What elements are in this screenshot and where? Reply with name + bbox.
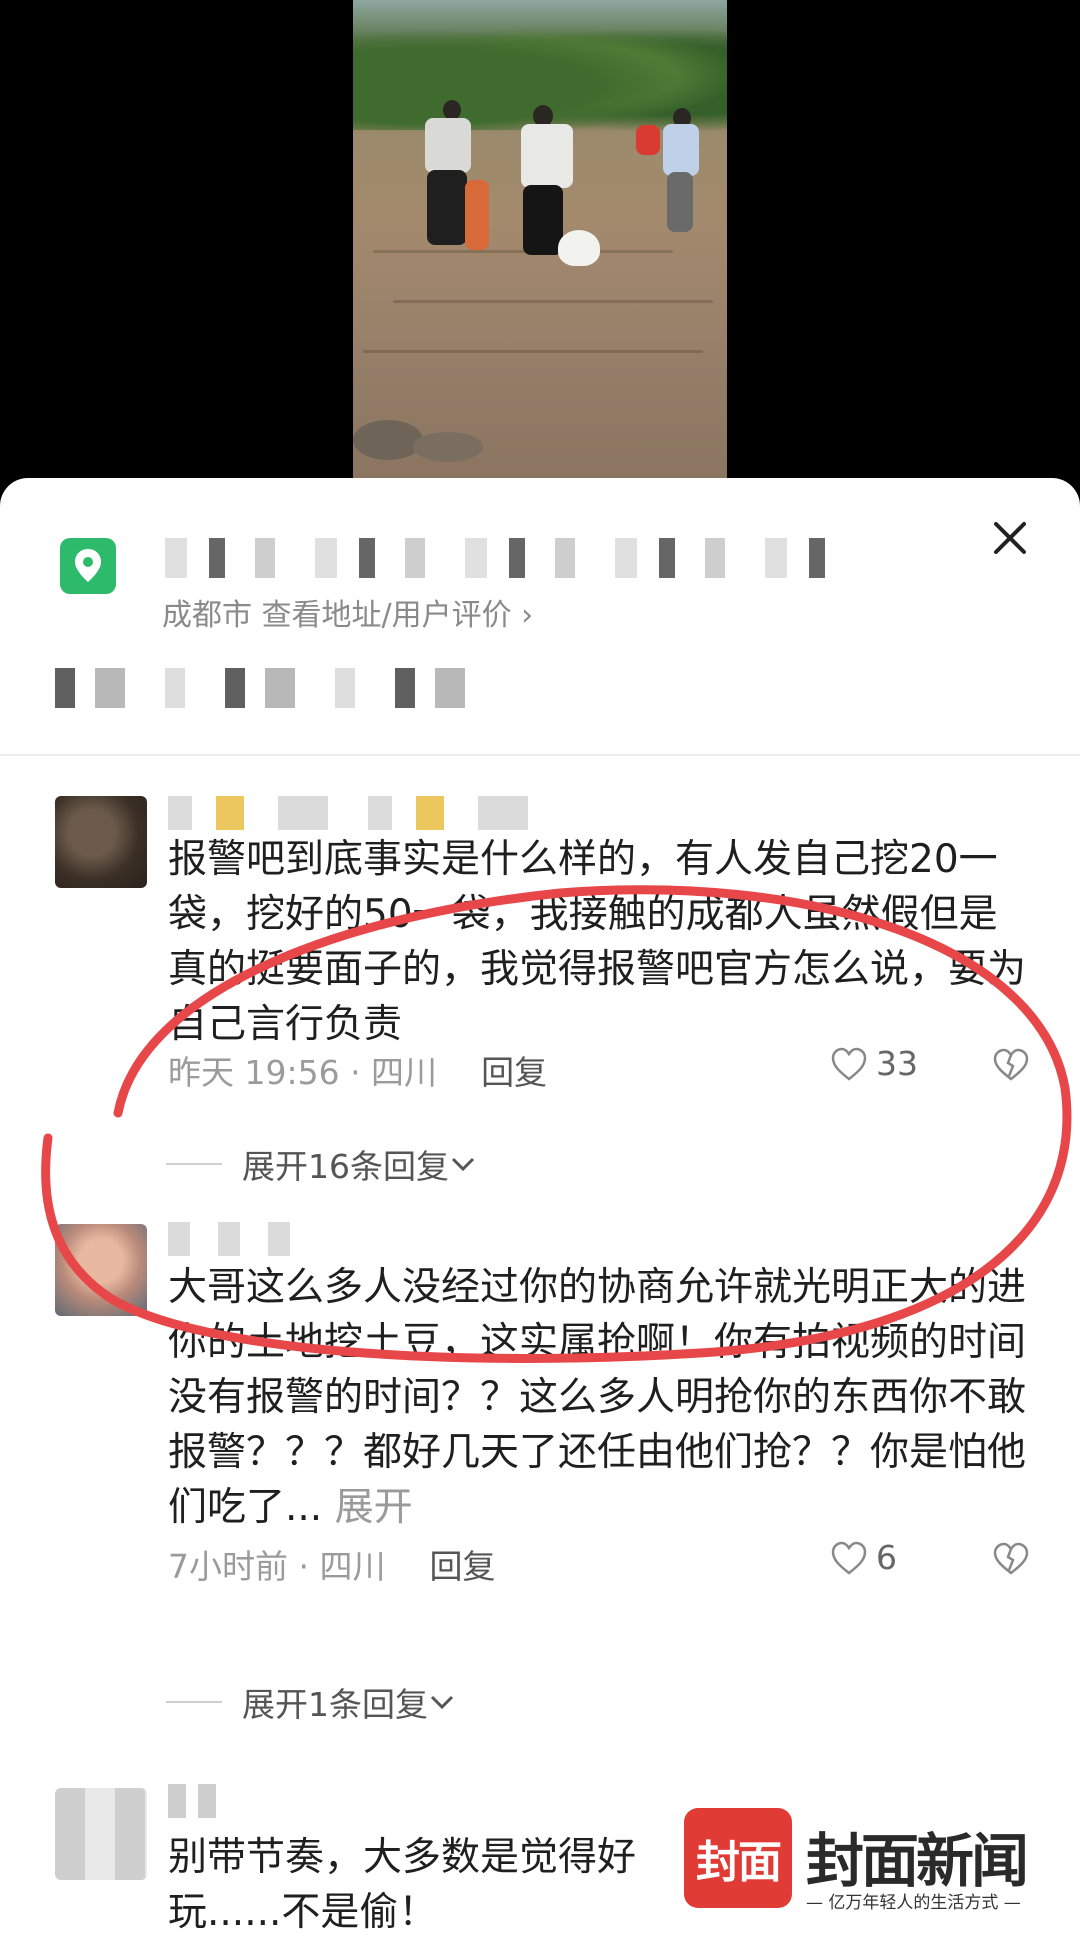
expand-line: [166, 1163, 222, 1165]
comment-time: 7小时前 · 四川: [168, 1547, 386, 1586]
rock: [353, 420, 423, 460]
person: [523, 185, 563, 255]
expand-label: 展开1条回复: [242, 1685, 428, 1724]
reply-button[interactable]: 回复: [481, 1053, 547, 1092]
person: [443, 100, 461, 120]
location-name-blurred: [165, 538, 845, 578]
dislike-icon[interactable]: [993, 1542, 1029, 1580]
video-area: [0, 0, 1080, 480]
location-row[interactable]: 成都市 查看地址/用户评价 ›: [60, 528, 1020, 638]
comment-text: 大哥这么多人没经过你的协商允许就光明正大的进你的土地挖土豆，这实属抢啊！你有拍视…: [168, 1260, 1028, 1535]
location-pin-icon: [60, 538, 116, 594]
watermark-brand: 封面新闻: [806, 1827, 1029, 1895]
username-blurred[interactable]: [168, 1784, 228, 1818]
chevron-down-icon: [430, 1695, 454, 1710]
person: [427, 170, 467, 245]
location-subtitle[interactable]: 成都市 查看地址/用户评价 ›: [162, 590, 533, 634]
person: [636, 125, 660, 155]
comment-text: 别带节奏，大多数是觉得好玩......不是偷！: [168, 1835, 637, 1935]
watermark-logo: 封面 封面新闻 — 亿万年轻人的生活方式 —: [684, 1808, 1029, 1918]
person: [667, 172, 693, 232]
like-button[interactable]: 33: [830, 1044, 918, 1083]
expand-line: [166, 1701, 222, 1703]
like-count: 6: [876, 1538, 897, 1577]
comment-time: 昨天 19:56 · 四川: [168, 1053, 438, 1092]
chevron-down-icon: [451, 1157, 475, 1172]
expand-replies[interactable]: 展开1条回复: [166, 1678, 456, 1726]
person: [663, 124, 699, 176]
watermark-slogan: — 亿万年轻人的生活方式 —: [806, 1893, 1021, 1913]
avatar[interactable]: [55, 796, 147, 888]
heart-icon: [831, 1047, 867, 1081]
blurred-text: [55, 668, 505, 708]
like-button[interactable]: 6: [830, 1538, 897, 1577]
dog: [558, 230, 600, 266]
username-blurred[interactable]: [168, 1222, 308, 1256]
username-blurred[interactable]: [168, 796, 528, 830]
field-row: [393, 300, 713, 303]
close-icon[interactable]: [988, 516, 1032, 560]
expand-label: 展开16条回复: [242, 1147, 449, 1186]
more-link[interactable]: 展开: [335, 1485, 413, 1530]
heart-icon: [831, 1541, 867, 1575]
field-row: [363, 350, 703, 353]
comment-meta: 7小时前 · 四川 回复: [168, 1540, 495, 1588]
video-frame[interactable]: [353, 0, 727, 480]
person: [521, 124, 573, 188]
bag: [465, 180, 489, 250]
divider: [0, 754, 1080, 756]
bottom-sheet: 成都市 查看地址/用户评价 › 报警吧到底事实是什么样的，有人发自己挖20一袋，…: [0, 478, 1080, 1955]
expand-replies[interactable]: 展开16条回复: [166, 1140, 477, 1188]
watermark-logo-box: 封面: [684, 1808, 792, 1908]
reply-button[interactable]: 回复: [429, 1547, 495, 1586]
avatar[interactable]: [55, 1788, 147, 1880]
dislike-icon[interactable]: [993, 1048, 1029, 1086]
avatar[interactable]: [55, 1224, 147, 1316]
rock: [413, 432, 483, 462]
comment-meta: 昨天 19:56 · 四川 回复: [168, 1046, 547, 1094]
like-count: 33: [876, 1044, 918, 1083]
person: [425, 118, 471, 173]
comment-body: 大哥这么多人没经过你的协商允许就光明正大的进你的土地挖土豆，这实属抢啊！你有拍视…: [168, 1265, 1027, 1530]
comment-text: 报警吧到底事实是什么样的，有人发自己挖20一袋，挖好的50一袋，我接触的成都人虽…: [168, 837, 1027, 1047]
